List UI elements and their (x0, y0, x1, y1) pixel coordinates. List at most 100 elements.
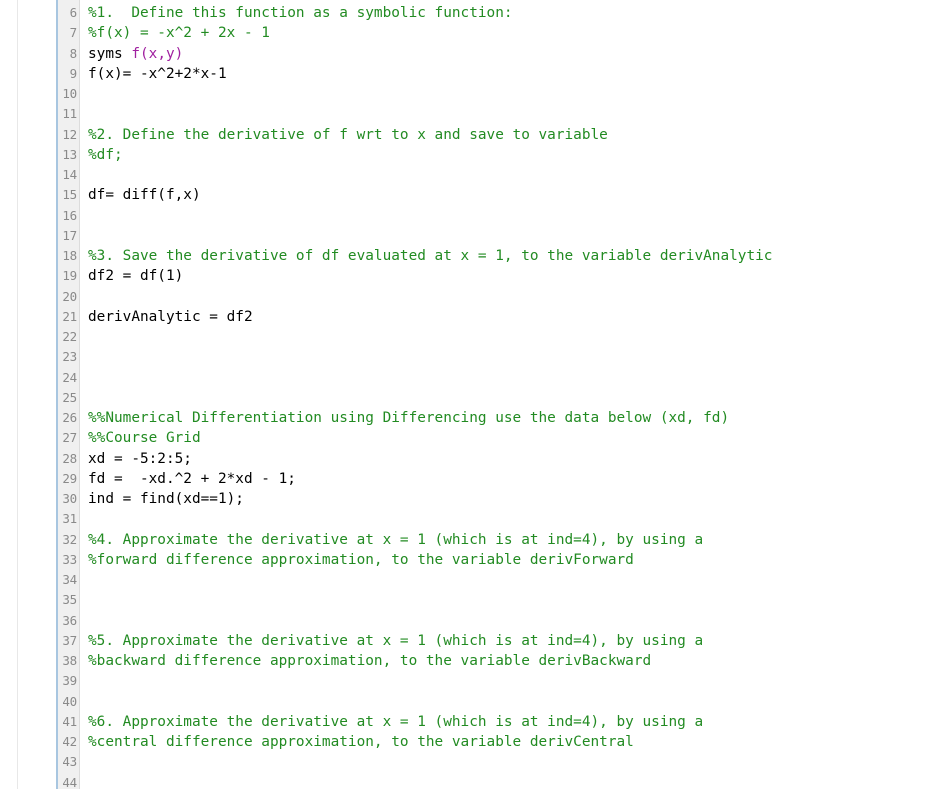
line-number: 6 (69, 5, 78, 20)
code-line[interactable] (88, 752, 949, 772)
line-number: 33 (62, 551, 77, 567)
code-line[interactable]: fd = -xd.^2 + 2*xd - 1; (88, 469, 949, 489)
code-line[interactable] (88, 165, 949, 185)
line-number: 8 (69, 45, 78, 61)
code-line[interactable]: df= diff(f,x) (88, 185, 949, 205)
line-number: 18 (62, 248, 77, 263)
code-line[interactable] (88, 84, 949, 104)
code-text-area[interactable]: %1. Define this function as a symbolic f… (80, 0, 949, 789)
line-number: 22 (62, 329, 77, 344)
editor-left-margin (0, 0, 18, 789)
line-number: 20 (62, 288, 77, 304)
code-line[interactable]: %3. Save the derivative of df evaluated … (88, 246, 949, 266)
code-token-comment: %6. Approximate the derivative at x = 1 … (88, 713, 704, 730)
code-line[interactable]: %2. Define the derivative of f wrt to x … (88, 125, 949, 145)
code-line[interactable]: derivAnalytic = df2 (88, 307, 949, 327)
code-line[interactable] (88, 226, 949, 246)
code-token-comment: %4. Approximate the derivative at x = 1 … (88, 531, 704, 548)
line-number: 7 (69, 25, 78, 41)
code-token-plain: fd = -xd.^2 + 2*xd - 1; (88, 470, 296, 487)
code-line[interactable]: %df; (88, 145, 949, 165)
code-line[interactable]: %%Numerical Differentiation using Differ… (88, 408, 949, 428)
code-line[interactable] (88, 206, 949, 226)
code-token-comment: %central difference approximation, to th… (88, 734, 634, 750)
code-line[interactable] (88, 590, 949, 610)
line-number: 42 (62, 734, 77, 749)
code-line[interactable]: %%Course Grid (88, 428, 949, 448)
code-line[interactable]: ind = find(xd==1); (88, 489, 949, 509)
line-number: 25 (62, 389, 77, 405)
code-line[interactable]: %central difference approximation, to th… (88, 732, 949, 752)
line-number: 44 (62, 774, 77, 790)
code-line[interactable] (88, 388, 949, 408)
line-number: 36 (62, 612, 77, 628)
code-token-comment: %%Course Grid (88, 430, 201, 447)
line-number: 23 (62, 349, 77, 365)
line-number: 32 (62, 531, 77, 547)
line-number: 30 (62, 491, 77, 506)
line-number: 31 (62, 511, 77, 527)
code-token-plain: ind = find(xd==1); (88, 491, 244, 507)
line-number: 29 (62, 470, 77, 486)
code-line[interactable]: %5. Approximate the derivative at x = 1 … (88, 631, 949, 651)
line-number: 38 (62, 653, 77, 668)
code-line[interactable] (88, 104, 949, 124)
line-number: 26 (62, 410, 77, 425)
code-line[interactable] (88, 287, 949, 307)
code-token-plain: xd = -5:2:5; (88, 450, 192, 467)
code-token-comment: %%Numerical Differentiation using Differ… (88, 410, 730, 426)
code-line[interactable] (88, 671, 949, 691)
line-number: 10 (62, 86, 77, 101)
line-number: 16 (62, 207, 77, 223)
code-token-comment: %forward difference approximation, to th… (88, 551, 634, 568)
code-token-plain: syms (88, 45, 132, 62)
code-line[interactable]: df2 = df(1) (88, 266, 949, 286)
line-number: 13 (62, 146, 77, 162)
line-number: 14 (62, 167, 77, 182)
code-token-comment: %3. Save the derivative of df evaluated … (88, 248, 773, 264)
code-line[interactable]: %f(x) = -x^2 + 2x - 1 (88, 23, 949, 43)
code-line[interactable]: syms f(x,y) (88, 44, 949, 64)
code-line[interactable]: %1. Define this function as a symbolic f… (88, 3, 949, 23)
code-line[interactable] (88, 368, 949, 388)
line-number: 39 (62, 673, 77, 689)
code-line[interactable]: %backward difference approximation, to t… (88, 651, 949, 671)
line-number: 19 (62, 268, 77, 284)
code-token-comment: %backward difference approximation, to t… (88, 653, 652, 669)
line-number: 43 (62, 754, 77, 770)
code-line[interactable] (88, 692, 949, 712)
code-line[interactable] (88, 611, 949, 631)
code-token-plain: derivAnalytic = df2 (88, 308, 253, 325)
code-line[interactable] (88, 570, 949, 590)
code-token-symfun: f(x,y) (131, 45, 184, 62)
code-line[interactable]: %4. Approximate the derivative at x = 1 … (88, 530, 949, 550)
code-line[interactable]: %forward difference approximation, to th… (88, 550, 949, 570)
line-number: 37 (62, 632, 77, 648)
line-number: 40 (62, 693, 77, 709)
code-line[interactable] (88, 509, 949, 529)
code-line[interactable] (88, 773, 949, 790)
code-token-plain: df= diff(f,x) (88, 187, 201, 204)
code-token-plain: f(x)= -x^2+2*x-1 (88, 65, 227, 82)
line-number: 17 (62, 227, 77, 243)
code-token-comment: %5. Approximate the derivative at x = 1 … (88, 632, 704, 649)
code-token-comment: %df; (88, 146, 123, 163)
line-number: 9 (69, 65, 78, 81)
code-line[interactable]: %6. Approximate the derivative at x = 1 … (88, 712, 949, 732)
line-number: 24 (62, 369, 77, 385)
code-line[interactable]: xd = -5:2:5; (88, 449, 949, 469)
code-token-comment: %2. Define the derivative of f wrt to x … (88, 126, 608, 143)
code-line[interactable] (88, 347, 949, 367)
code-token-plain: df2 = df(1) (88, 268, 184, 285)
line-number: 11 (62, 106, 77, 122)
code-line[interactable]: f(x)= -x^2+2*x-1 (88, 64, 949, 84)
editor-breakpoint-margin[interactable] (18, 0, 56, 789)
line-number: 28 (62, 450, 77, 466)
line-number: 21 (62, 308, 77, 324)
line-number-gutter: 6 7 8 9 10 11 12 13 14 15 16 17 18 19 20 21 22 23 24 25 26 27… (58, 0, 80, 790)
line-number: 41 (62, 713, 77, 729)
line-number: 34 (62, 572, 77, 587)
line-number: 12 (62, 126, 77, 142)
code-line[interactable] (88, 327, 949, 347)
line-number: 15 (62, 187, 77, 203)
